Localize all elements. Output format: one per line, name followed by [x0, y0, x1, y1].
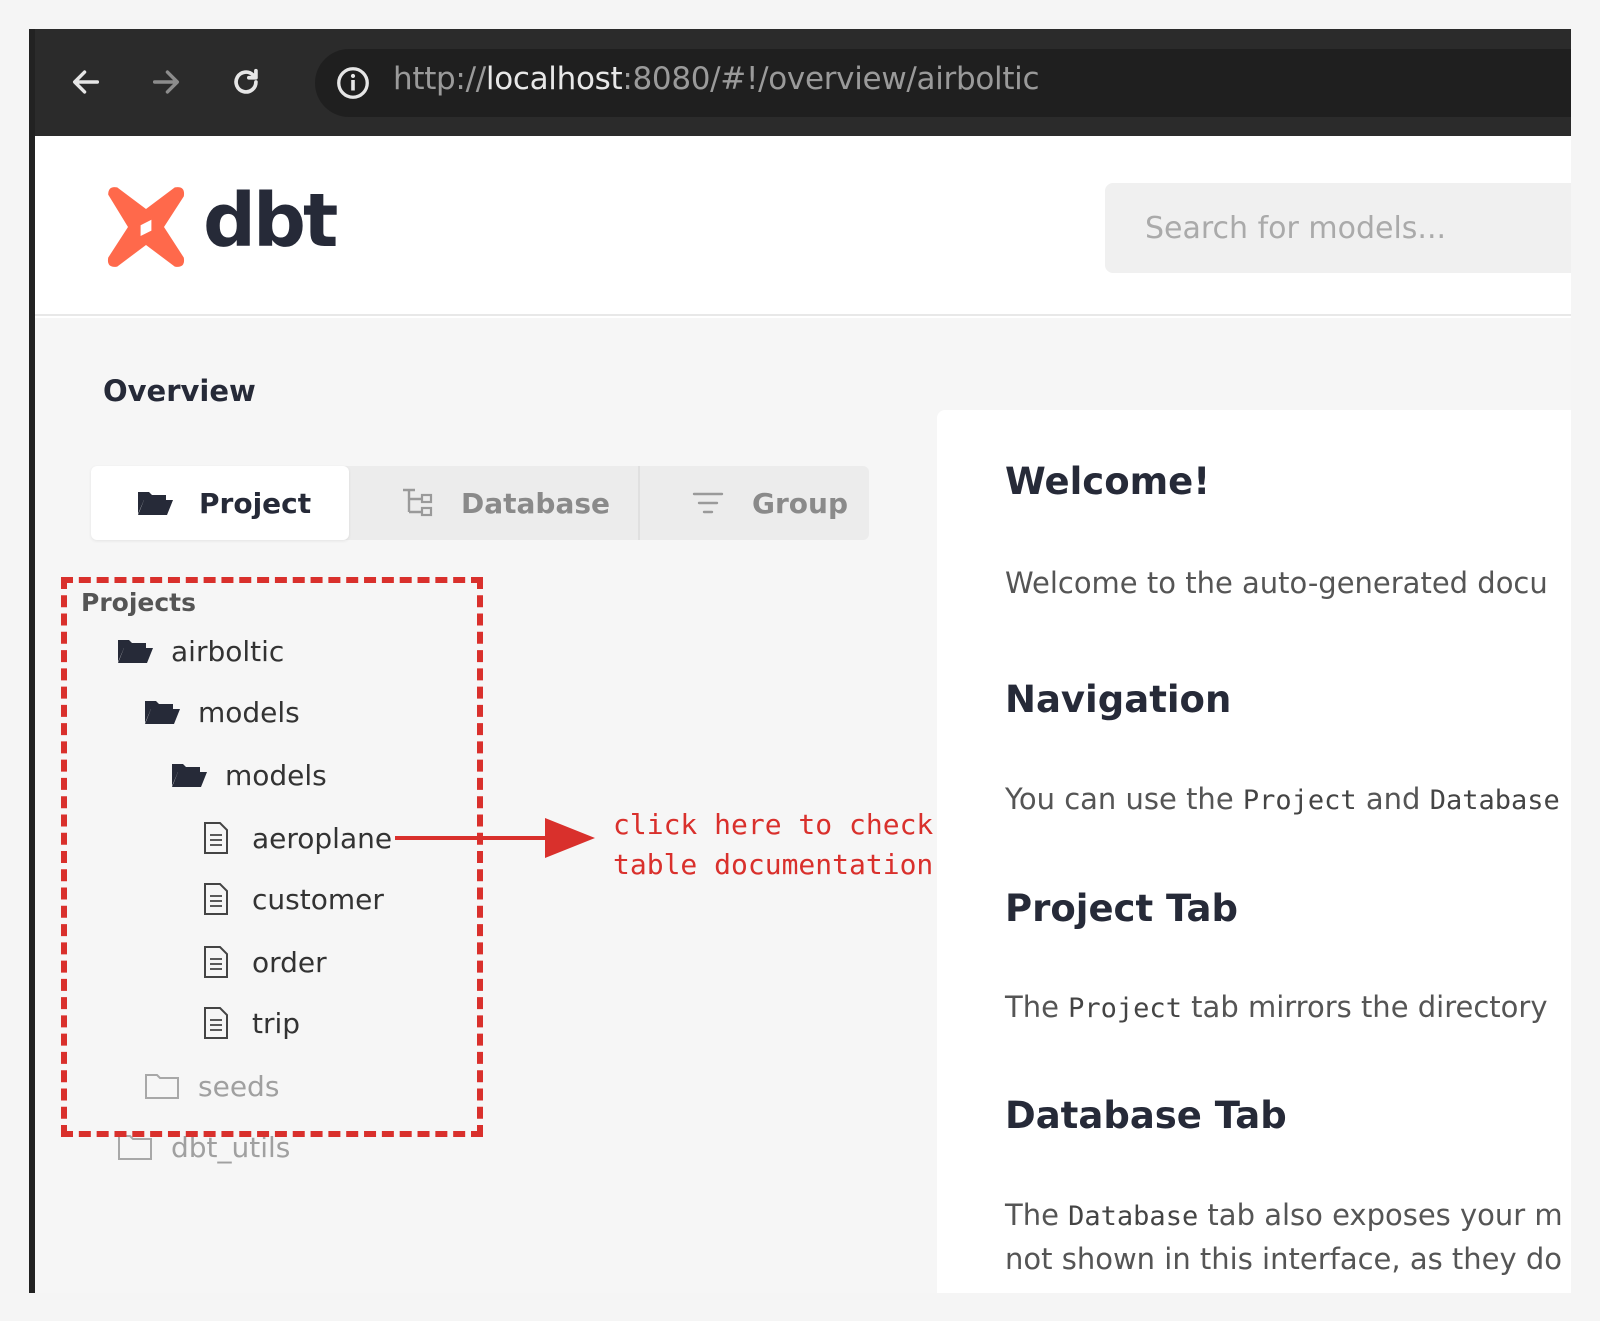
overview-tabs: Project Database Group: [91, 466, 869, 540]
forward-button[interactable]: [141, 57, 191, 107]
project-tab-heading: Project Tab: [1005, 887, 1238, 930]
logo-text[interactable]: dbt: [203, 178, 338, 264]
text-fragment: tab mirrors the directory: [1181, 990, 1548, 1024]
annotation-line-2: table documentation: [613, 848, 934, 881]
address-bar[interactable]: http://localhost:8080/#!/overview/airbol…: [315, 49, 1571, 117]
arrow-left-icon: [72, 70, 100, 94]
text-fragment: The: [1005, 1198, 1069, 1232]
database-tab-heading: Database Tab: [1005, 1094, 1287, 1137]
project-tab-text: The Project tab mirrors the directory: [1005, 990, 1547, 1024]
tab-label: Project: [199, 486, 312, 520]
reload-button[interactable]: [221, 57, 271, 107]
browser-window: http://localhost:8080/#!/overview/airbol…: [29, 29, 1571, 1293]
tab-project[interactable]: Project: [91, 466, 349, 540]
annotation-line-1: click here to check: [613, 808, 934, 841]
dbt-logo-icon[interactable]: [101, 182, 191, 272]
welcome-intro: Welcome to the auto-generated docu: [1005, 566, 1548, 600]
reload-icon: [234, 68, 258, 94]
folder-open-icon: [135, 486, 175, 520]
back-button[interactable]: [61, 57, 111, 107]
arrow-right-icon: [152, 70, 180, 94]
browser-toolbar: http://localhost:8080/#!/overview/airbol…: [35, 29, 1571, 136]
tab-group[interactable]: Group: [640, 466, 869, 540]
text-fragment: You can use the: [1005, 782, 1243, 816]
code-database: Database: [1429, 785, 1560, 816]
app-header: dbt: [35, 136, 1571, 316]
info-icon[interactable]: [335, 65, 371, 101]
database-tab-text: The Database tab also exposes your m: [1005, 1198, 1563, 1232]
code-project: Project: [1068, 993, 1182, 1024]
text-fragment: tab also exposes your m: [1198, 1198, 1563, 1232]
welcome-card: Welcome! Welcome to the auto-generated d…: [937, 410, 1571, 1293]
url-host: localhost: [485, 61, 623, 97]
navigation-heading: Navigation: [1005, 678, 1232, 721]
url-text[interactable]: http://localhost:8080/#!/overview/airbol…: [393, 61, 1040, 97]
annotation-text: click here to check table documentation: [613, 805, 933, 885]
url-path: :8080/#!/overview/airboltic: [622, 61, 1040, 97]
main-content: Overview Project Database Group Projects…: [35, 318, 1571, 1293]
filter-icon: [688, 486, 728, 520]
database-tab-text-cont: not shown in this interface, as they do: [1005, 1242, 1563, 1276]
page-title: Overview: [103, 374, 256, 408]
tab-database[interactable]: Database: [351, 466, 637, 540]
tree-icon: [397, 486, 437, 520]
tab-label: Group: [752, 486, 849, 520]
code-project: Project: [1242, 785, 1357, 816]
text-fragment: and: [1356, 782, 1430, 816]
url-scheme: http://: [393, 61, 486, 97]
welcome-heading: Welcome!: [1005, 460, 1211, 503]
text-fragment: The: [1005, 990, 1069, 1024]
annotation-arrow-icon: [395, 818, 595, 858]
search-input[interactable]: [1105, 183, 1571, 273]
tab-label: Database: [461, 486, 611, 520]
navigation-text: You can use the Project and Database: [1005, 782, 1560, 816]
code-database: Database: [1068, 1201, 1199, 1232]
